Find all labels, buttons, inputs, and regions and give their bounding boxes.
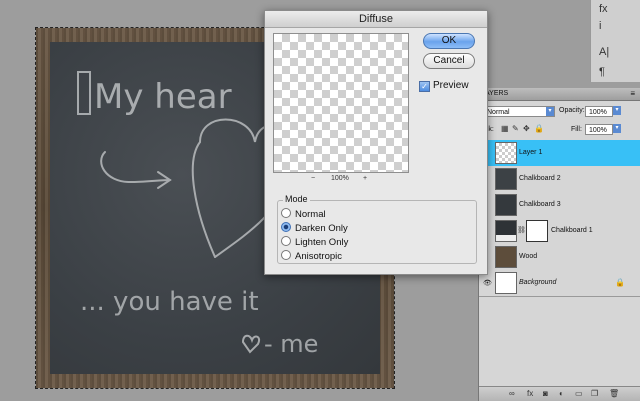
chalk-text-my-heart: My hear: [94, 77, 232, 117]
layers-blend-row: Normal ▾ Opacity: 100% ▾: [479, 104, 640, 120]
link-icon[interactable]: ⛓: [517, 226, 526, 234]
fill-field[interactable]: 100%: [585, 124, 613, 135]
panel-menu-icon[interactable]: ≡: [630, 88, 635, 100]
eye-icon[interactable]: 👁: [483, 279, 493, 287]
radio-icon: [281, 236, 291, 246]
diffuse-dialog: Diffuse − 100% + OK Cancel ✓ Preview Mode…: [264, 10, 488, 275]
group-icon[interactable]: ▭: [575, 389, 583, 398]
radio-icon: [281, 208, 291, 218]
lock-all-icon[interactable]: 🔒: [534, 124, 544, 133]
opacity-label: Opacity:: [559, 107, 585, 114]
layer-row-chalkboard-1[interactable]: ⛓ Chalkboard 1: [479, 218, 640, 245]
blend-mode-value: Normal: [487, 109, 510, 116]
mask-icon[interactable]: ◙: [543, 389, 548, 398]
layer-name: Chalkboard 1: [551, 227, 593, 234]
lock-paint-icon[interactable]: ✎: [512, 124, 519, 133]
trash-icon[interactable]: 🗑: [609, 389, 619, 398]
layers-panel: AYERS ≡ Normal ▾ Opacity: 100% ▾ ock: ▦ …: [478, 88, 640, 401]
tab-layers[interactable]: AYERS: [485, 88, 508, 100]
zoom-out-button[interactable]: −: [311, 175, 315, 182]
radio-normal[interactable]: Normal: [281, 208, 326, 220]
mode-label: Mode: [283, 194, 310, 204]
layer-mask-thumbnail[interactable]: [526, 220, 548, 242]
checkmark-icon: ✓: [419, 81, 430, 92]
chalk-text-me: - me: [264, 330, 318, 358]
layer-name: Background: [519, 279, 557, 286]
fill-label: Fill:: [571, 126, 582, 133]
radio-selected-icon: [281, 222, 291, 232]
fx-icon[interactable]: fx: [527, 389, 533, 398]
paragraph-icon[interactable]: ¶: [599, 66, 605, 78]
radio-label: Normal: [295, 209, 326, 220]
layer-row-chalkboard-2[interactable]: Chalkboard 2: [479, 166, 640, 193]
radio-label: Darken Only: [295, 223, 348, 234]
panel-tool-strip: fx i A| ¶: [590, 0, 640, 82]
layers-lock-row: ock: ▦ ✎ ✥ 🔒 Fill: 100% ▾: [479, 124, 640, 138]
zoom-level: 100%: [331, 175, 349, 182]
layer-thumbnail: [495, 220, 517, 242]
chevron-down-icon: ▾: [613, 124, 621, 133]
opacity-dropdown[interactable]: ▾: [613, 106, 621, 117]
layer-row-background[interactable]: 👁 Background 🔒: [479, 270, 640, 297]
lock-transparent-icon[interactable]: ▦: [501, 124, 509, 133]
lock-position-icon[interactable]: ✥: [523, 124, 530, 133]
layer-thumbnail: [495, 194, 517, 216]
new-layer-icon[interactable]: ❐: [591, 389, 598, 398]
chevron-down-icon: ▾: [613, 106, 621, 115]
fx-icon[interactable]: fx: [599, 3, 608, 15]
chevron-down-icon: ▾: [546, 107, 554, 116]
blend-mode-select[interactable]: Normal ▾: [483, 106, 555, 117]
ok-button[interactable]: OK: [423, 33, 475, 49]
layer-thumbnail: [495, 168, 517, 190]
fill-value: 100%: [589, 127, 607, 134]
opacity-field[interactable]: 100%: [585, 106, 613, 117]
layers-tabbar: AYERS ≡: [479, 88, 640, 101]
adjustment-icon[interactable]: ◐: [559, 389, 564, 398]
radio-anisotropic[interactable]: Anisotropic: [281, 250, 342, 262]
link-icon[interactable]: ∞: [509, 389, 515, 398]
chalk-text-you-have-it: ... you have it: [80, 287, 259, 317]
radio-label: Lighten Only: [295, 237, 349, 248]
zoom-in-button[interactable]: +: [363, 175, 367, 182]
layer-thumbnail: [495, 142, 517, 164]
layers-bottom-toolbar: ∞ fx ◙ ◐ ▭ ❐ 🗑: [479, 386, 640, 401]
radio-lighten-only[interactable]: Lighten Only: [281, 236, 348, 248]
cancel-button[interactable]: Cancel: [423, 53, 475, 69]
filter-preview[interactable]: [273, 33, 409, 173]
radio-darken-only[interactable]: Darken Only: [281, 222, 348, 234]
info-icon[interactable]: i: [599, 20, 601, 32]
lock-icon: 🔒: [615, 278, 625, 287]
character-icon[interactable]: A|: [599, 46, 609, 58]
layer-name: Wood: [519, 253, 538, 260]
layer-thumbnail: [495, 272, 517, 294]
layer-name: Chalkboard 3: [519, 201, 561, 208]
layer-row-chalkboard-3[interactable]: Chalkboard 3: [479, 192, 640, 219]
layer-name: Layer 1: [519, 149, 543, 156]
preview-label: Preview: [433, 80, 469, 91]
dialog-title[interactable]: Diffuse: [265, 11, 487, 28]
layer-thumbnail: [495, 246, 517, 268]
radio-label: Anisotropic: [295, 251, 342, 262]
opacity-value: 100%: [589, 109, 607, 116]
preview-checkbox[interactable]: ✓ Preview: [419, 80, 469, 92]
layer-row-wood[interactable]: Wood: [479, 244, 640, 271]
layer-row-layer-1[interactable]: Layer 1: [479, 140, 640, 167]
layer-name: Chalkboard 2: [519, 175, 561, 182]
radio-icon: [281, 250, 291, 260]
fill-dropdown[interactable]: ▾: [613, 124, 621, 135]
